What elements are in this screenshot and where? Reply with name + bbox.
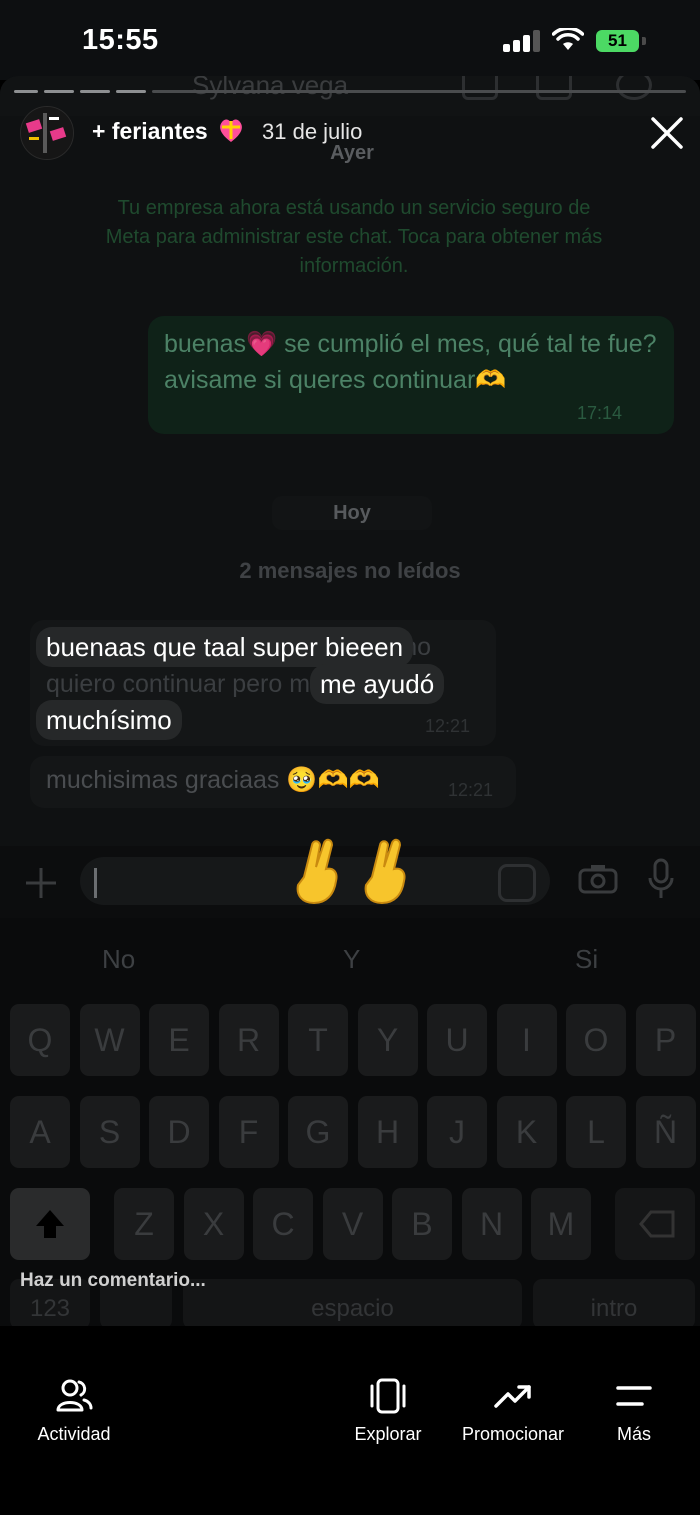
nav-promote-label: Promocionar [461,1424,565,1444]
story-username[interactable]: + feriantes [92,118,208,145]
key-g: G [288,1096,348,1168]
incoming-time: 12:21 [425,716,471,736]
key-u: U [427,1004,487,1076]
status-bar: 15:55 51 [0,0,700,80]
key-i: I [496,1004,557,1076]
backspace-icon [639,1210,675,1238]
nav-activity[interactable]: Actividad [22,1376,126,1445]
space-key: espacio [183,1279,522,1326]
key-o: O [566,1004,626,1076]
cellular-signal-icon [503,30,541,52]
key-r: R [218,1004,279,1076]
text-caret [94,868,97,898]
key-c: C [253,1188,313,1260]
nav-explore[interactable]: Explorar [346,1376,430,1445]
close-icon[interactable] [648,114,686,152]
suggestion-2: Y [343,944,361,974]
menu-lines-icon [616,1386,652,1406]
key-m: M [531,1188,591,1260]
business-notice: Tu empresa ahora está usando un servicio… [105,197,603,277]
nav-promote[interactable]: Promocionar [454,1376,572,1445]
microphone-icon [648,858,674,898]
key-e: E [149,1004,209,1076]
story-date: 31 de julio [262,119,363,144]
explore-cards-icon [370,1378,406,1414]
nav-activity-label: Actividad [37,1424,111,1444]
key-t: T [288,1004,348,1076]
story-text-line-1[interactable]: buenaas que taal super bieeen [36,627,414,667]
unread-divider: 2 mensajes no leídos [239,558,461,583]
story-progress-bar [14,90,686,94]
outgoing-message: buenas💗 se cumplió el mes, qué tal te fu… [164,330,657,394]
return-key: intro [533,1279,695,1326]
shift-arrow-icon [36,1210,64,1238]
trending-up-icon [494,1385,531,1408]
story-avatar[interactable] [20,106,74,160]
crossed-fingers-emoji-icon [364,838,406,905]
heart-ribbon-icon [220,119,242,142]
key-q: Q [10,1004,70,1076]
key-n: N [461,1188,522,1260]
key-p: P [635,1004,696,1076]
comment-input[interactable]: Haz un comentario... [20,1270,206,1292]
key-x: X [183,1188,244,1260]
incoming-message-2: muchisimas graciaas 🥹🫶🫶 [46,766,380,794]
date-divider-today: Hoy [272,496,432,530]
battery-icon: 51 [596,30,646,52]
wifi-icon [552,28,584,50]
plus-icon [26,868,56,898]
sticker-icon [498,864,536,902]
key-h: H [357,1096,418,1168]
nav-more[interactable]: Más [604,1376,664,1445]
nav-explore-label: Explorar [354,1424,422,1444]
phone-icon [616,76,652,100]
suggestion-1: No [102,944,136,974]
key-k: K [496,1096,557,1168]
status-time: 15:55 [82,24,159,56]
activity-people-icon [56,1379,93,1412]
backspace-key [615,1188,695,1260]
key-s: S [79,1096,140,1168]
suggestion-3: Si [575,944,599,974]
key-b: B [392,1188,452,1260]
key-d: D [149,1096,209,1168]
camera-icon [578,865,618,894]
key-y: Y [357,1004,418,1076]
shift-key [10,1188,90,1260]
battery-level: 51 [596,30,639,52]
key-v: V [322,1188,383,1260]
key-z: Z [114,1188,174,1260]
outgoing-time: 17:14 [577,403,623,423]
key-w: W [79,1004,140,1076]
chat-header: Sylvana vega [0,76,700,116]
contact-card-icon [462,76,498,100]
incoming-time-2: 12:21 [448,780,494,800]
video-call-icon [536,76,572,100]
key-j: J [427,1096,487,1168]
key-ñ: Ñ [635,1096,696,1168]
story-text-line-3[interactable]: muchísimo [36,700,182,740]
crossed-fingers-emoji-icon [296,838,338,905]
avatar-image [21,107,73,159]
key-f: F [218,1096,279,1168]
story-text-line-2[interactable]: me ayudó [310,664,445,704]
key-a: A [10,1096,70,1168]
nav-more-label: Más [616,1424,651,1444]
key-l: L [566,1096,626,1168]
contact-name: Sylvana vega [192,76,349,100]
